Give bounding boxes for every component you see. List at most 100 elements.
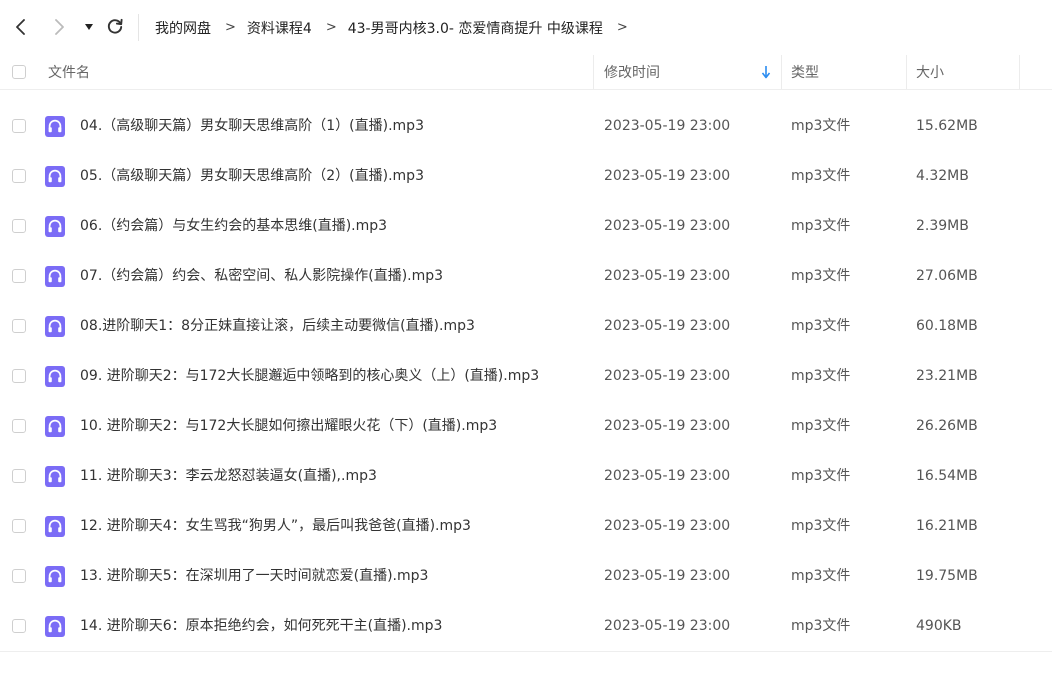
file-modified-time: 2023-05-19 23:00 <box>604 418 731 434</box>
file-modified-time: 2023-05-19 23:00 <box>604 368 731 384</box>
file-row[interactable]: 06.（约会篇）与女生约会的基本思维(直播).mp3 2023-05-19 23… <box>0 201 1052 251</box>
column-header-type[interactable]: 类型 <box>791 55 819 89</box>
select-all-cell <box>12 55 26 89</box>
file-name[interactable]: 13. 进阶聊天5：在深圳用了一天时间就恋爱(直播).mp3 <box>80 551 428 601</box>
audio-file-icon <box>45 266 65 287</box>
file-modified-time: 2023-05-19 23:00 <box>604 118 731 134</box>
sort-down-arrow-icon <box>761 65 771 78</box>
file-row[interactable]: 11. 进阶聊天3：李云龙怒怼装逼女(直播),.mp3 2023-05-19 2… <box>0 451 1052 501</box>
file-name[interactable]: 09. 进阶聊天2：与172大长腿邂逅中领略到的核心奥义（上）(直播).mp3 <box>80 351 539 401</box>
breadcrumb-item-current[interactable]: 43-男哥内核3.0- 恋爱情商提升 中级课程 <box>348 18 603 38</box>
file-name[interactable]: 11. 进阶聊天3：李云龙怒怼装逼女(直播),.mp3 <box>80 451 377 501</box>
forward-button[interactable] <box>48 16 70 38</box>
file-size: 16.21MB <box>916 518 978 534</box>
audio-file-icon <box>45 566 65 587</box>
row-checkbox[interactable] <box>12 569 26 583</box>
column-header-modified[interactable]: 修改时间 <box>604 55 660 89</box>
back-button[interactable] <box>10 16 32 38</box>
file-list-header: 文件名 修改时间 类型 大小 <box>0 55 1052 90</box>
file-row[interactable]: 10. 进阶聊天2：与172大长腿如何擦出耀眼火花（下）(直播).mp3 202… <box>0 401 1052 451</box>
breadcrumb-separator-icon: > <box>325 20 337 35</box>
file-size: 23.21MB <box>916 368 978 384</box>
audio-file-icon <box>45 416 65 437</box>
file-type: mp3文件 <box>791 418 851 434</box>
breadcrumb: 我的网盘 > 资料课程4 > 43-男哥内核3.0- 恋爱情商提升 中级课程 > <box>155 0 639 55</box>
file-type: mp3文件 <box>791 518 851 534</box>
file-row[interactable]: 05.（高级聊天篇）男女聊天思维高阶（2）(直播).mp3 2023-05-19… <box>0 151 1052 201</box>
file-type: mp3文件 <box>791 118 851 134</box>
file-size: 2.39MB <box>916 218 969 234</box>
column-divider <box>781 55 782 89</box>
file-size: 19.75MB <box>916 568 978 584</box>
file-name[interactable]: 10. 进阶聊天2：与172大长腿如何擦出耀眼火花（下）(直播).mp3 <box>80 401 497 451</box>
breadcrumb-separator-icon: > <box>225 20 236 35</box>
list-bottom-divider <box>0 651 1052 652</box>
file-modified-time: 2023-05-19 23:00 <box>604 568 731 584</box>
nav-divider <box>138 14 139 41</box>
file-name[interactable]: 08.进阶聊天1：8分正妹直接让滚，后续主动要微信(直播).mp3 <box>80 301 475 351</box>
file-modified-time: 2023-05-19 23:00 <box>604 468 731 484</box>
row-checkbox[interactable] <box>12 119 26 133</box>
select-all-checkbox[interactable] <box>12 65 26 79</box>
history-dropdown-button[interactable] <box>78 16 100 38</box>
row-checkbox[interactable] <box>12 369 26 383</box>
file-size: 16.54MB <box>916 468 978 484</box>
audio-file-icon <box>45 316 65 337</box>
caret-down-icon <box>85 24 93 30</box>
file-row[interactable]: 07.（约会篇）约会、私密空间、私人影院操作(直播).mp3 2023-05-1… <box>0 251 1052 301</box>
file-row[interactable]: 04.（高级聊天篇）男女聊天思维高阶（1）(直播).mp3 2023-05-19… <box>0 101 1052 151</box>
file-row[interactable]: 08.进阶聊天1：8分正妹直接让滚，后续主动要微信(直播).mp3 2023-0… <box>0 301 1052 351</box>
file-modified-time: 2023-05-19 23:00 <box>604 168 731 184</box>
file-name[interactable]: 06.（约会篇）与女生约会的基本思维(直播).mp3 <box>80 201 387 251</box>
file-type: mp3文件 <box>791 368 851 384</box>
chevron-left-icon <box>16 19 25 35</box>
row-checkbox[interactable] <box>12 619 26 633</box>
file-type: mp3文件 <box>791 468 851 484</box>
breadcrumb-item-root[interactable]: 我的网盘 <box>155 18 211 38</box>
sort-indicator[interactable] <box>761 55 771 89</box>
refresh-button[interactable] <box>104 16 126 38</box>
row-checkbox[interactable] <box>12 219 26 233</box>
file-row[interactable]: 13. 进阶聊天5：在深圳用了一天时间就恋爱(直播).mp3 2023-05-1… <box>0 551 1052 601</box>
file-type: mp3文件 <box>791 318 851 334</box>
row-checkbox[interactable] <box>12 269 26 283</box>
row-checkbox[interactable] <box>12 519 26 533</box>
file-size: 26.26MB <box>916 418 978 434</box>
column-divider <box>1019 55 1020 89</box>
file-type: mp3文件 <box>791 618 851 634</box>
audio-file-icon <box>45 466 65 487</box>
file-modified-time: 2023-05-19 23:00 <box>604 618 731 634</box>
file-name[interactable]: 14. 进阶聊天6：原本拒绝约会，如何死死干主(直播).mp3 <box>80 601 442 651</box>
file-size: 60.18MB <box>916 318 978 334</box>
file-size: 490KB <box>916 618 962 634</box>
row-checkbox[interactable] <box>12 419 26 433</box>
breadcrumb-separator-icon: > <box>616 20 628 35</box>
audio-file-icon <box>45 366 65 387</box>
file-size: 15.62MB <box>916 118 978 134</box>
row-checkbox[interactable] <box>12 319 26 333</box>
file-name[interactable]: 07.（约会篇）约会、私密空间、私人影院操作(直播).mp3 <box>80 251 443 301</box>
column-header-name[interactable]: 文件名 <box>48 55 90 89</box>
file-row[interactable]: 12. 进阶聊天4：女生骂我“狗男人”，最后叫我爸爸(直播).mp3 2023-… <box>0 501 1052 551</box>
audio-file-icon <box>45 216 65 237</box>
refresh-icon <box>107 18 123 34</box>
navigation-bar: 我的网盘 > 资料课程4 > 43-男哥内核3.0- 恋爱情商提升 中级课程 > <box>0 0 1052 55</box>
file-row[interactable]: 14. 进阶聊天6：原本拒绝约会，如何死死干主(直播).mp3 2023-05-… <box>0 601 1052 651</box>
row-checkbox[interactable] <box>12 169 26 183</box>
file-type: mp3文件 <box>791 568 851 584</box>
file-modified-time: 2023-05-19 23:00 <box>604 318 731 334</box>
breadcrumb-item-folder[interactable]: 资料课程4 <box>247 18 312 38</box>
file-type: mp3文件 <box>791 168 851 184</box>
file-row[interactable]: 09. 进阶聊天2：与172大长腿邂逅中领略到的核心奥义（上）(直播).mp3 … <box>0 351 1052 401</box>
row-checkbox[interactable] <box>12 469 26 483</box>
file-modified-time: 2023-05-19 23:00 <box>604 218 731 234</box>
audio-file-icon <box>45 166 65 187</box>
audio-file-icon <box>45 616 65 637</box>
file-name[interactable]: 12. 进阶聊天4：女生骂我“狗男人”，最后叫我爸爸(直播).mp3 <box>80 501 471 551</box>
column-header-size[interactable]: 大小 <box>916 55 944 89</box>
file-list: 04.（高级聊天篇）男女聊天思维高阶（1）(直播).mp3 2023-05-19… <box>0 101 1052 651</box>
file-type: mp3文件 <box>791 268 851 284</box>
file-name[interactable]: 05.（高级聊天篇）男女聊天思维高阶（2）(直播).mp3 <box>80 151 424 201</box>
file-name[interactable]: 04.（高级聊天篇）男女聊天思维高阶（1）(直播).mp3 <box>80 101 424 151</box>
file-size: 27.06MB <box>916 268 978 284</box>
